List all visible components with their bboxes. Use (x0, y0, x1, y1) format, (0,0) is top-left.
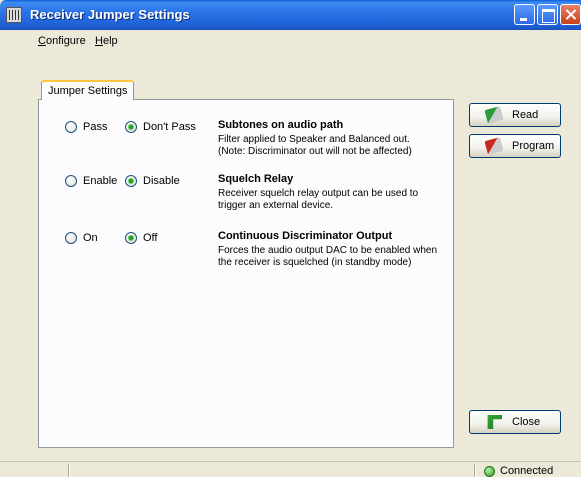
program-icon (484, 137, 504, 155)
window-title: Receiver Jumper Settings (30, 7, 190, 22)
status-separator (474, 464, 475, 477)
menu-help[interactable]: Help (95, 35, 118, 47)
status-separator (68, 464, 69, 477)
radio-on[interactable]: On (65, 232, 98, 244)
status-bar: Connected (0, 461, 581, 477)
tab-jumper-settings[interactable]: Jumper Settings (41, 80, 135, 100)
squelch-relay-title: Squelch Relay (218, 173, 294, 185)
menu-help-label: elp (102, 35, 118, 47)
program-button[interactable]: Program (469, 134, 561, 158)
radio-disable[interactable]: Disable (125, 175, 180, 187)
connected-led-icon (484, 466, 495, 477)
close-button[interactable]: Close (469, 410, 561, 434)
menu-configure-accel: C (38, 35, 46, 47)
radio-circle (65, 232, 77, 244)
radio-enable[interactable]: Enable (65, 175, 117, 187)
menu-configure[interactable]: Configure (38, 35, 86, 47)
read-label: Read (512, 109, 539, 121)
menu-configure-label: onfigure (45, 35, 86, 47)
radio-label: Disable (143, 175, 180, 187)
discriminator-output-title: Continuous Discriminator Output (218, 230, 393, 242)
radio-label: On (83, 232, 98, 244)
radio-off[interactable]: Off (125, 232, 157, 244)
title-bar[interactable]: Receiver Jumper Settings (0, 0, 581, 30)
radio-label: Enable (83, 175, 118, 187)
radio-label: Don't Pass (143, 121, 196, 133)
radio-pass[interactable]: Pass (65, 121, 107, 133)
minimize-button[interactable] (514, 4, 535, 25)
close-label: Close (512, 416, 541, 428)
radio-circle (65, 121, 77, 133)
radio-circle (125, 232, 137, 244)
close-arrow-icon (487, 415, 502, 429)
subtones-description: Filter applied to Speaker and Balanced o… (218, 134, 412, 157)
discriminator-output-description: Forces the audio output DAC to be enable… (218, 245, 438, 268)
squelch-relay-description: Receiver squelch relay output can be use… (218, 188, 419, 211)
tab-label: Jumper Settings (48, 85, 128, 97)
radio-dont-pass[interactable]: Don't Pass (125, 121, 196, 133)
subtones-title: Subtones on audio path (218, 119, 344, 131)
read-button[interactable]: Read (469, 103, 561, 127)
maximize-button[interactable] (537, 4, 558, 25)
radio-label: Off (143, 232, 158, 244)
app-icon[interactable] (6, 7, 22, 23)
close-window-button[interactable] (560, 4, 581, 25)
radio-circle (65, 175, 77, 187)
radio-circle (125, 175, 137, 187)
read-icon (484, 106, 504, 124)
connection-status: Connected (500, 465, 554, 477)
program-label: Program (512, 140, 555, 152)
radio-circle (125, 121, 137, 133)
menu-bar: Configure Help (0, 30, 581, 52)
radio-label: Pass (83, 121, 108, 133)
menu-help-accel: H (95, 35, 103, 47)
